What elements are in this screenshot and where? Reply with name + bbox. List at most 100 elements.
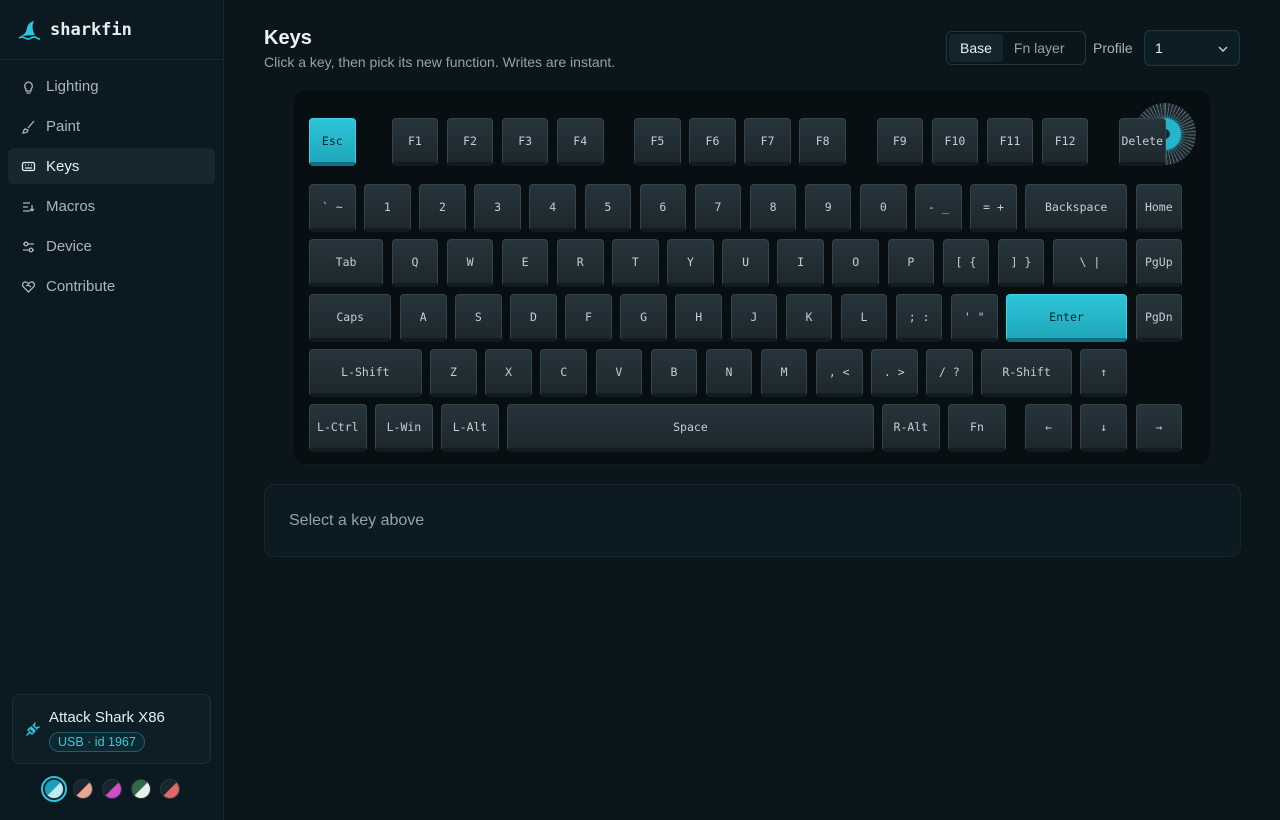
key-p[interactable]: P (887, 239, 935, 287)
key-f1[interactable]: F1 (391, 118, 439, 166)
sidebar-item-contribute[interactable]: Contribute (8, 268, 215, 304)
key-f7[interactable]: F7 (744, 118, 791, 166)
key-q[interactable]: Q (391, 239, 439, 287)
key-d[interactable]: D (510, 294, 557, 342)
key-t[interactable]: T (612, 239, 659, 287)
shark-fin-icon (18, 20, 40, 40)
key-2[interactable]: 2 (419, 184, 466, 232)
key-7[interactable]: 7 (694, 184, 742, 232)
key-f11[interactable]: F11 (986, 118, 1034, 166)
key-caps[interactable]: Caps (309, 294, 392, 342)
key-f8[interactable]: F8 (799, 118, 846, 166)
key-lalt[interactable]: L-Alt (441, 404, 499, 452)
key-f12[interactable]: F12 (1041, 118, 1089, 166)
theme-swatch[interactable] (160, 779, 180, 799)
sidebar-item-paint[interactable]: Paint (8, 108, 215, 144)
key-e[interactable]: E (501, 239, 549, 287)
key-f5[interactable]: F5 (634, 118, 681, 166)
key-v[interactable]: V (595, 349, 643, 397)
profile-select[interactable]: 1 (1144, 30, 1240, 66)
key-f3[interactable]: F3 (501, 118, 549, 166)
key-o[interactable]: O (832, 239, 880, 287)
key-4[interactable]: 4 (529, 184, 576, 232)
key-lwin[interactable]: L-Win (375, 404, 433, 452)
theme-swatch[interactable] (131, 779, 151, 799)
key-9[interactable]: 9 (804, 184, 852, 232)
key-ralt[interactable]: R-Alt (882, 404, 940, 452)
key-j[interactable]: J (730, 294, 778, 342)
key-i[interactable]: I (777, 239, 824, 287)
key-f6[interactable]: F6 (689, 118, 736, 166)
key-3[interactable]: 3 (474, 184, 521, 232)
key-pgdn[interactable]: PgDn (1135, 294, 1183, 342)
key-fn[interactable]: Fn (948, 404, 1006, 452)
key-symbol[interactable]: ] } (997, 239, 1045, 287)
key-b[interactable]: B (650, 349, 698, 397)
theme-swatch[interactable] (73, 779, 93, 799)
key-n[interactable]: N (705, 349, 753, 397)
key-tab[interactable]: Tab (309, 239, 384, 287)
key-symbol[interactable]: [ { (942, 239, 990, 287)
key-l[interactable]: L (840, 294, 888, 342)
key-symbol[interactable]: ← (1025, 404, 1072, 452)
key-rshift[interactable]: R-Shift (981, 349, 1072, 397)
key-esc[interactable]: Esc (309, 118, 356, 166)
key-h[interactable]: H (675, 294, 722, 342)
sidebar-item-macros[interactable]: Macros (8, 188, 215, 224)
theme-swatches (41, 776, 180, 802)
key-f9[interactable]: F9 (876, 118, 924, 166)
key-lctrl[interactable]: L-Ctrl (309, 404, 367, 452)
key-symbol[interactable]: = + (970, 184, 1017, 232)
key-f2[interactable]: F2 (446, 118, 494, 166)
key-5[interactable]: 5 (584, 184, 632, 232)
key-symbol[interactable]: - _ (915, 184, 962, 232)
key-m[interactable]: M (760, 349, 808, 397)
key-symbol[interactable]: ↑ (1080, 349, 1127, 397)
key-pgup[interactable]: PgUp (1135, 239, 1183, 287)
key-symbol[interactable]: ; : (895, 294, 943, 342)
layer-fn-layer-button[interactable]: Fn layer (1003, 34, 1076, 62)
key-c[interactable]: C (540, 349, 587, 397)
layer-base-button[interactable]: Base (949, 34, 1003, 62)
device-card[interactable]: Attack Shark X86 USB · id 1967 (12, 694, 211, 764)
key-u[interactable]: U (722, 239, 769, 287)
key-symbol[interactable]: ↓ (1080, 404, 1127, 452)
key-f[interactable]: F (565, 294, 612, 342)
key-enter[interactable]: Enter (1006, 294, 1127, 342)
theme-swatch[interactable] (102, 779, 122, 799)
key-z[interactable]: Z (430, 349, 477, 397)
key-8[interactable]: 8 (749, 184, 797, 232)
key-0[interactable]: 0 (860, 184, 907, 232)
key-space[interactable]: Space (507, 404, 874, 452)
key-symbol[interactable]: \ | (1052, 239, 1127, 287)
key-1[interactable]: 1 (364, 184, 411, 232)
key-g[interactable]: G (620, 294, 667, 342)
theme-swatch[interactable] (41, 776, 67, 802)
key-6[interactable]: 6 (639, 184, 687, 232)
key-w[interactable]: W (446, 239, 494, 287)
key-r[interactable]: R (556, 239, 604, 287)
key-f10[interactable]: F10 (931, 118, 979, 166)
key-f4[interactable]: F4 (556, 118, 604, 166)
key-delete[interactable]: Delete (1118, 118, 1166, 166)
key-symbol[interactable]: ' " (950, 294, 998, 342)
sidebar-item-keys[interactable]: Keys (8, 148, 215, 184)
sidebar-item-label: Macros (46, 197, 96, 215)
key-symbol[interactable]: , < (815, 349, 863, 397)
sidebar-item-label: Keys (46, 157, 80, 175)
key-symbol[interactable]: → (1135, 404, 1183, 452)
key-backspace[interactable]: Backspace (1025, 184, 1127, 232)
sidebar-item-lighting[interactable]: Lighting (8, 68, 215, 104)
key-home[interactable]: Home (1135, 184, 1183, 232)
key-symbol[interactable]: . > (871, 349, 918, 397)
plug-icon (26, 722, 40, 736)
key-symbol[interactable]: / ? (926, 349, 973, 397)
key-s[interactable]: S (455, 294, 502, 342)
key-lshift[interactable]: L-Shift (309, 349, 422, 397)
sidebar-item-device[interactable]: Device (8, 228, 215, 264)
key-k[interactable]: K (785, 294, 833, 342)
key-symbol[interactable]: ` ~ (309, 184, 356, 232)
key-x[interactable]: X (485, 349, 532, 397)
key-a[interactable]: A (399, 294, 447, 342)
key-y[interactable]: Y (667, 239, 714, 287)
